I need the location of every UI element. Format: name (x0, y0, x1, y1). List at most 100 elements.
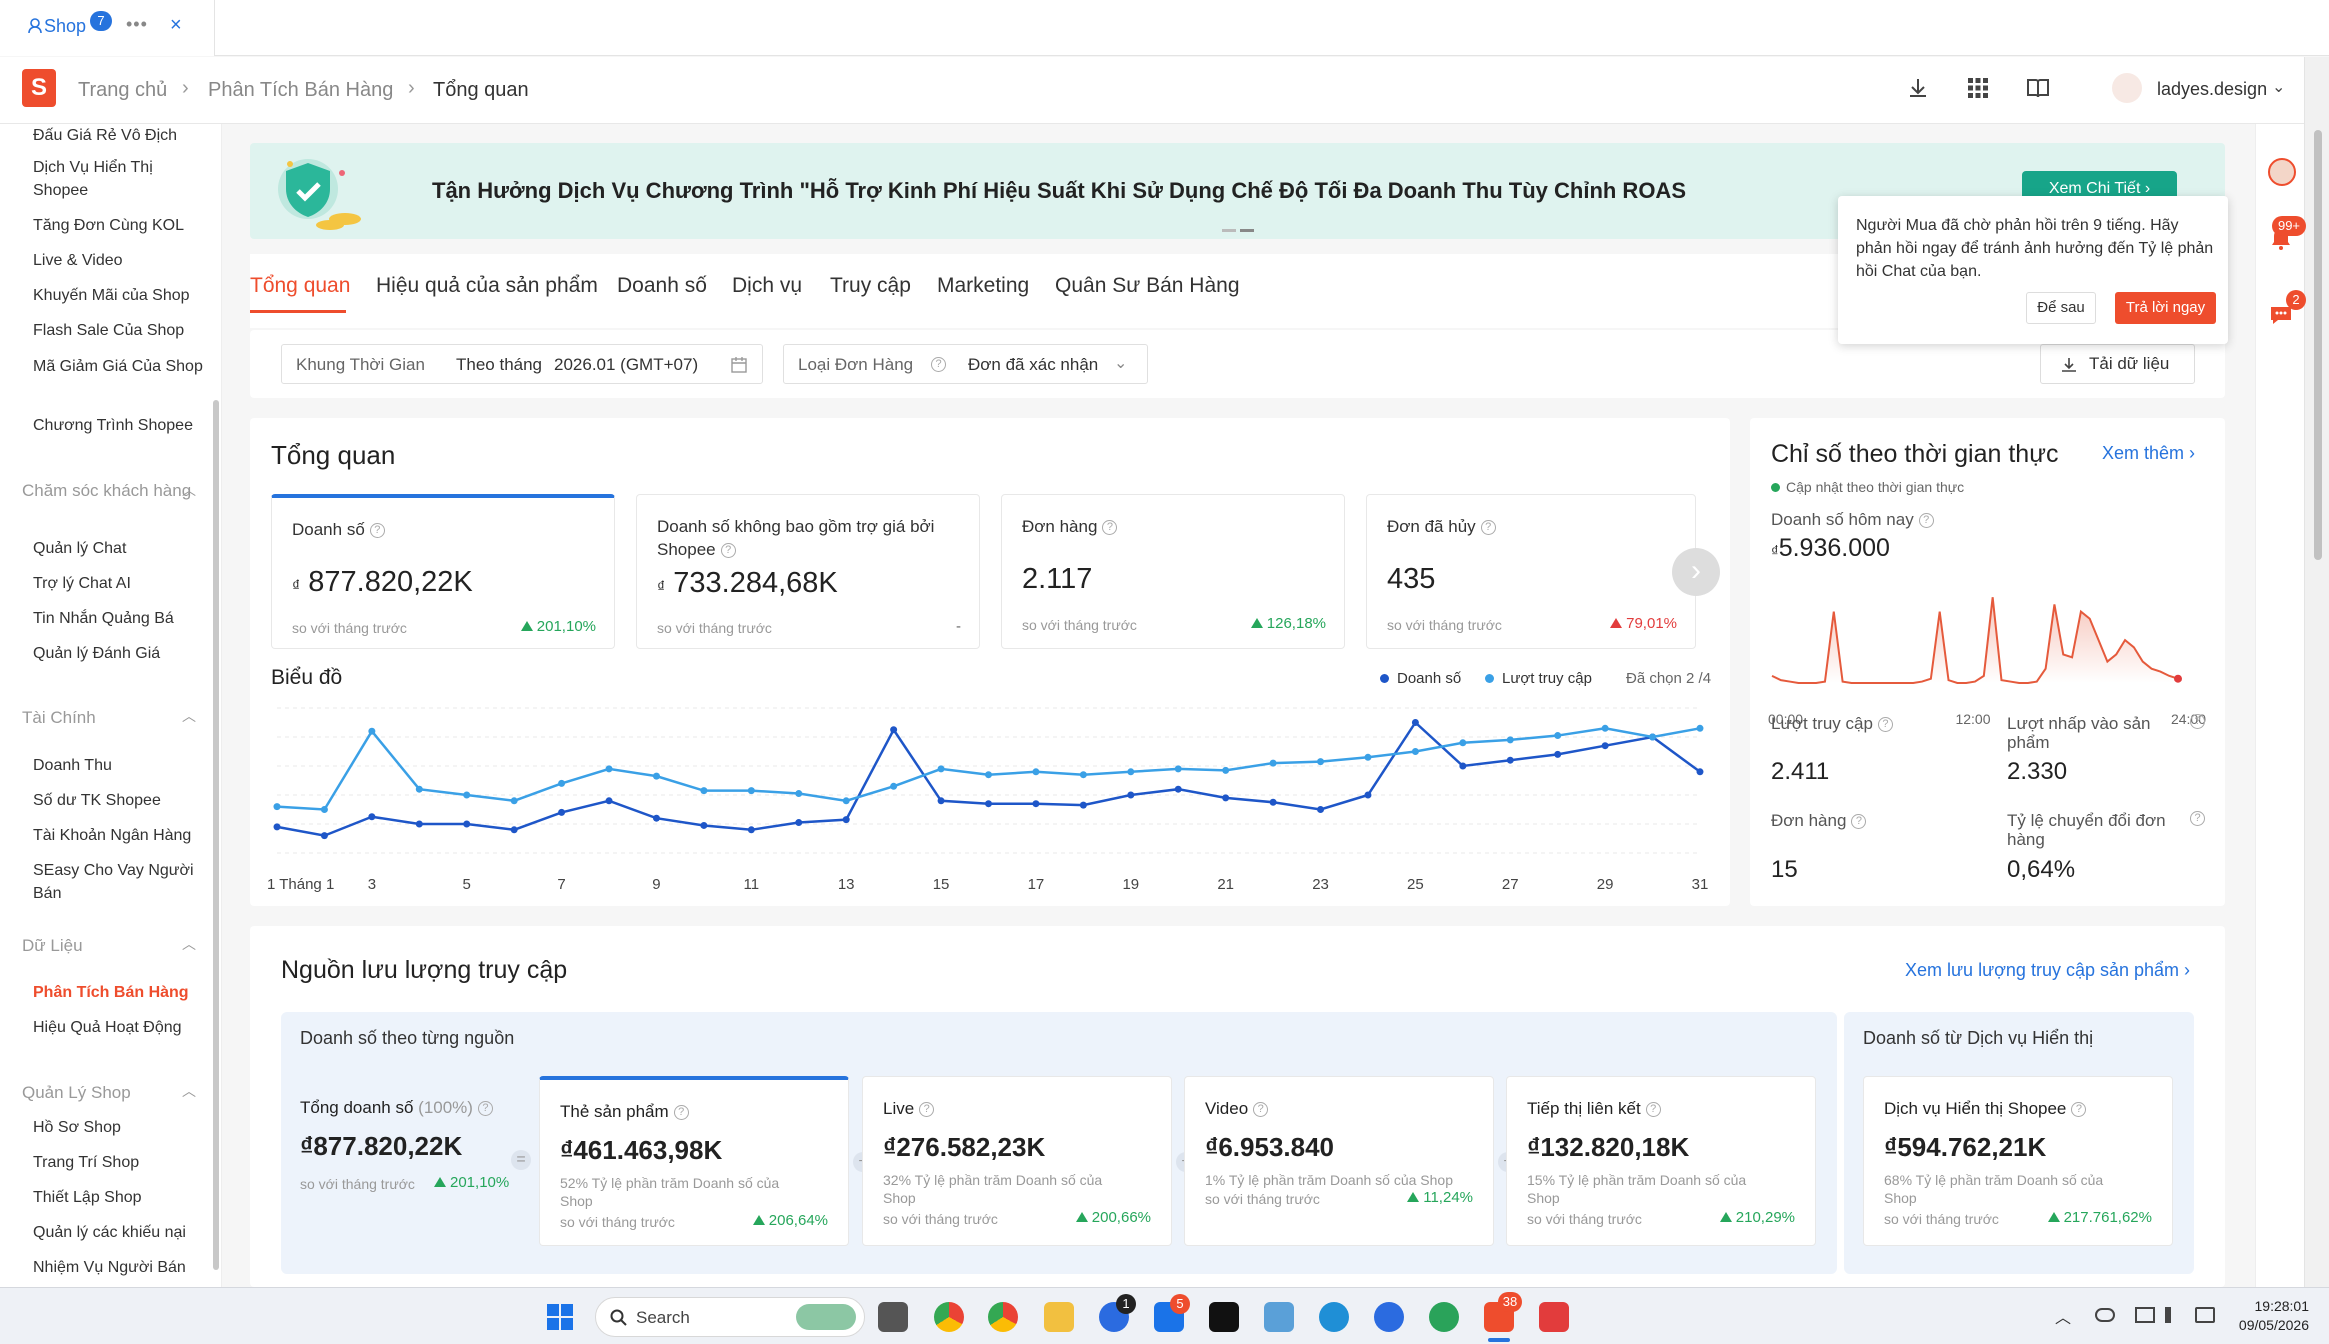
sidebar-item-vouchers[interactable]: Mã Giảm Giá Của Shop (33, 355, 203, 378)
avatar[interactable] (2112, 73, 2142, 103)
app-icon[interactable] (1539, 1302, 1569, 1332)
sidebar-item-sales-analytics[interactable]: Phân Tích Bán Hàng (33, 981, 203, 1004)
sidebar-item-broadcast[interactable]: Tin Nhắn Quảng Bá (33, 607, 203, 630)
metric-card-cancelled[interactable]: Đơn đã hủy? 435 so với tháng trước 79,01… (1366, 494, 1696, 649)
sidebar-item-auction[interactable]: Đấu Giá Rẻ Vô Địch (33, 124, 203, 147)
metric-card-sales-excl-subsidy[interactable]: Doanh số không bao gồm trợ giá bởi Shope… (636, 494, 980, 649)
edge-icon[interactable] (1319, 1302, 1349, 1332)
avatar[interactable] (2268, 158, 2296, 186)
chevron-up-icon[interactable]: ︿ (182, 934, 196, 954)
period-mode[interactable]: Theo tháng (456, 355, 542, 375)
chart-selected-count[interactable]: Đã chọn 2 /4 (1626, 670, 1711, 687)
source-card-video[interactable]: Video? ₫6.953.840 1% Tỷ lệ phần trăm Doa… (1184, 1076, 1494, 1246)
app-icon[interactable] (1374, 1302, 1404, 1332)
sidebar-item-balance[interactable]: Số dư TK Shopee (33, 789, 203, 812)
tab-sales-advisor[interactable]: Quân Sư Bán Hàng (1055, 274, 1240, 298)
sidebar-group-shop-management[interactable]: Quản Lý Shop (22, 1081, 192, 1104)
username[interactable]: ladyes.design (2157, 79, 2267, 100)
tab-marketing[interactable]: Marketing (937, 274, 1029, 298)
sidebar-item-seasy[interactable]: SEasy Cho Vay Người Bán (33, 859, 203, 905)
sidebar-scrollbar[interactable] (213, 400, 219, 1270)
sidebar-group-data[interactable]: Dữ Liệu (22, 934, 192, 957)
sidebar-item-revenue[interactable]: Doanh Thu (33, 754, 203, 777)
cloud-icon[interactable] (2095, 1308, 2115, 1322)
later-button[interactable]: Để sau (2026, 292, 2096, 324)
breadcrumb-sales-analytics[interactable]: Phân Tích Bán Hàng (208, 79, 393, 102)
breadcrumb-home[interactable]: Trang chủ (78, 79, 167, 102)
tab-label[interactable]: Shop (28, 16, 86, 37)
carousel-dot[interactable] (1222, 229, 1236, 232)
next-arrow-button[interactable]: › (1672, 548, 1720, 596)
page-scrollbar-thumb[interactable] (2314, 130, 2322, 560)
realtime-area-chart[interactable]: 00:00 12:00 24:00 (1768, 573, 2208, 733)
remote-desktop-icon[interactable] (1264, 1302, 1294, 1332)
sidebar-item-reviews[interactable]: Quản lý Đánh Giá (33, 642, 203, 665)
order-type-value[interactable]: Đơn đã xác nhận (968, 355, 1098, 375)
sidebar-item-shop-promotion[interactable]: Khuyến Mãi của Shop (33, 284, 203, 307)
sidebar-group-finance[interactable]: Tài Chính (22, 706, 192, 729)
traffic-product-link[interactable]: Xem lưu lượng truy cập sản phẩm › (1905, 960, 2190, 981)
period-value[interactable]: 2026.01 (GMT+07) (554, 355, 698, 375)
task-view-icon[interactable] (878, 1302, 908, 1332)
tab-sales[interactable]: Doanh số (617, 274, 707, 298)
display-service-card[interactable]: Dịch vụ Hiển thị Shopee? ₫594.762,21K 68… (1863, 1076, 2173, 1246)
taskbar-search[interactable]: Search (595, 1297, 865, 1337)
sidebar-item-seller-missions[interactable]: Nhiệm Vụ Người Bán (33, 1256, 203, 1279)
display-icon[interactable] (2135, 1307, 2155, 1323)
sidebar-item-complaints[interactable]: Quản lý các khiếu nại (33, 1221, 203, 1244)
help-icon[interactable]: ? (2190, 811, 2205, 826)
sidebar-item-flash-sale[interactable]: Flash Sale Của Shop (33, 319, 203, 342)
app-icon[interactable] (1429, 1302, 1459, 1332)
legend-sales[interactable]: Doanh số (1380, 670, 1461, 687)
book-icon[interactable] (2023, 73, 2053, 103)
sidebar-item-shopee-programs[interactable]: Chương Trình Shopee (33, 414, 203, 437)
sidebar-item-display-service[interactable]: Dịch Vụ Hiển Thị Shopee (33, 156, 203, 202)
tab-overview[interactable]: Tổng quan (250, 274, 350, 298)
line-chart[interactable]: 1 Tháng 1 3 5 7 9 11 13 15 17 19 21 23 25 27 29 31 (265, 698, 1715, 898)
source-card-live[interactable]: Live? ₫276.582,23K 32% Tỷ lệ phần trăm D… (862, 1076, 1172, 1246)
sidebar-item-chat[interactable]: Quản lý Chat (33, 537, 203, 560)
file-explorer-icon[interactable] (1044, 1302, 1074, 1332)
metric-card-orders[interactable]: Đơn hàng? 2.117 so với tháng trước 126,1… (1001, 494, 1345, 649)
chevron-up-icon[interactable]: ︿ (2055, 1304, 2071, 1328)
sidebar-item-kol[interactable]: Tăng Đơn Cùng KOL (33, 214, 203, 237)
period-selector[interactable]: Khung Thời Gian Theo tháng 2026.01 (GMT+… (281, 344, 763, 384)
sidebar-item-live-video[interactable]: Live & Video (33, 249, 203, 272)
tab-traffic[interactable]: Truy cập (830, 274, 911, 298)
source-card-product[interactable]: Thẻ sản phẩm? ₫461.463,98K 52% Tỷ lệ phầ… (539, 1076, 849, 1246)
sidebar-item-chat-ai[interactable]: Trợ lý Chat AI (33, 572, 203, 595)
taskbar-clock[interactable]: 19:28:01 09/05/2026 (2225, 1297, 2309, 1335)
sidebar-item-performance[interactable]: Hiệu Quả Hoạt Động (33, 1016, 203, 1039)
chevron-down-icon[interactable]: ⌄ (2272, 77, 2285, 97)
volume-icon[interactable] (2165, 1307, 2183, 1323)
metric-card-sales[interactable]: Doanh số? ₫ 877.820,22K so với tháng trư… (271, 494, 615, 649)
legend-traffic[interactable]: Lượt truy cập (1485, 670, 1592, 687)
shopee-logo[interactable]: S (22, 69, 56, 107)
sidebar-item-shop-profile[interactable]: Hồ Sơ Shop (33, 1116, 203, 1139)
calendar-icon[interactable] (730, 356, 748, 374)
chrome-profile-icon[interactable] (988, 1302, 1018, 1332)
download-icon[interactable] (1903, 73, 1933, 103)
reply-now-button[interactable]: Trả lời ngay (2115, 292, 2216, 324)
sidebar-item-shop-decoration[interactable]: Trang Trí Shop (33, 1151, 203, 1174)
tab-product-performance[interactable]: Hiệu quả của sản phẩm (376, 274, 598, 298)
sidebar-item-shop-settings[interactable]: Thiết Lập Shop (33, 1186, 203, 1209)
battery-icon[interactable] (2195, 1307, 2215, 1323)
sidebar-group-customer-care[interactable]: Chăm sóc khách hàng (22, 479, 192, 502)
source-card-affiliate[interactable]: Tiếp thị liên kết? ₫132.820,18K 15% Tỷ l… (1506, 1076, 1816, 1246)
windows-start-icon[interactable] (545, 1302, 575, 1332)
chevron-up-icon[interactable]: ︿ (182, 706, 196, 726)
more-icon[interactable]: ••• (126, 14, 148, 35)
sidebar-item-bank-account[interactable]: Tài Khoản Ngân Hàng (33, 824, 203, 847)
chevron-up-icon[interactable]: ︿ (182, 1081, 196, 1101)
chrome-icon[interactable] (934, 1302, 964, 1332)
order-type-selector[interactable]: Loại Đơn Hàng ? Đơn đã xác nhận ⌄ (783, 344, 1148, 384)
tab-service[interactable]: Dịch vụ (732, 274, 802, 298)
close-icon[interactable]: × (170, 14, 182, 37)
carousel-dot-active[interactable] (1240, 229, 1254, 232)
download-data-button[interactable]: Tải dữ liệu (2040, 344, 2195, 384)
browser-tab[interactable]: Shop 7 ••• × (0, 0, 215, 56)
chevron-up-icon[interactable]: ︿ (182, 480, 196, 500)
help-icon[interactable]: ? (931, 357, 946, 372)
terminal-icon[interactable] (1209, 1302, 1239, 1332)
